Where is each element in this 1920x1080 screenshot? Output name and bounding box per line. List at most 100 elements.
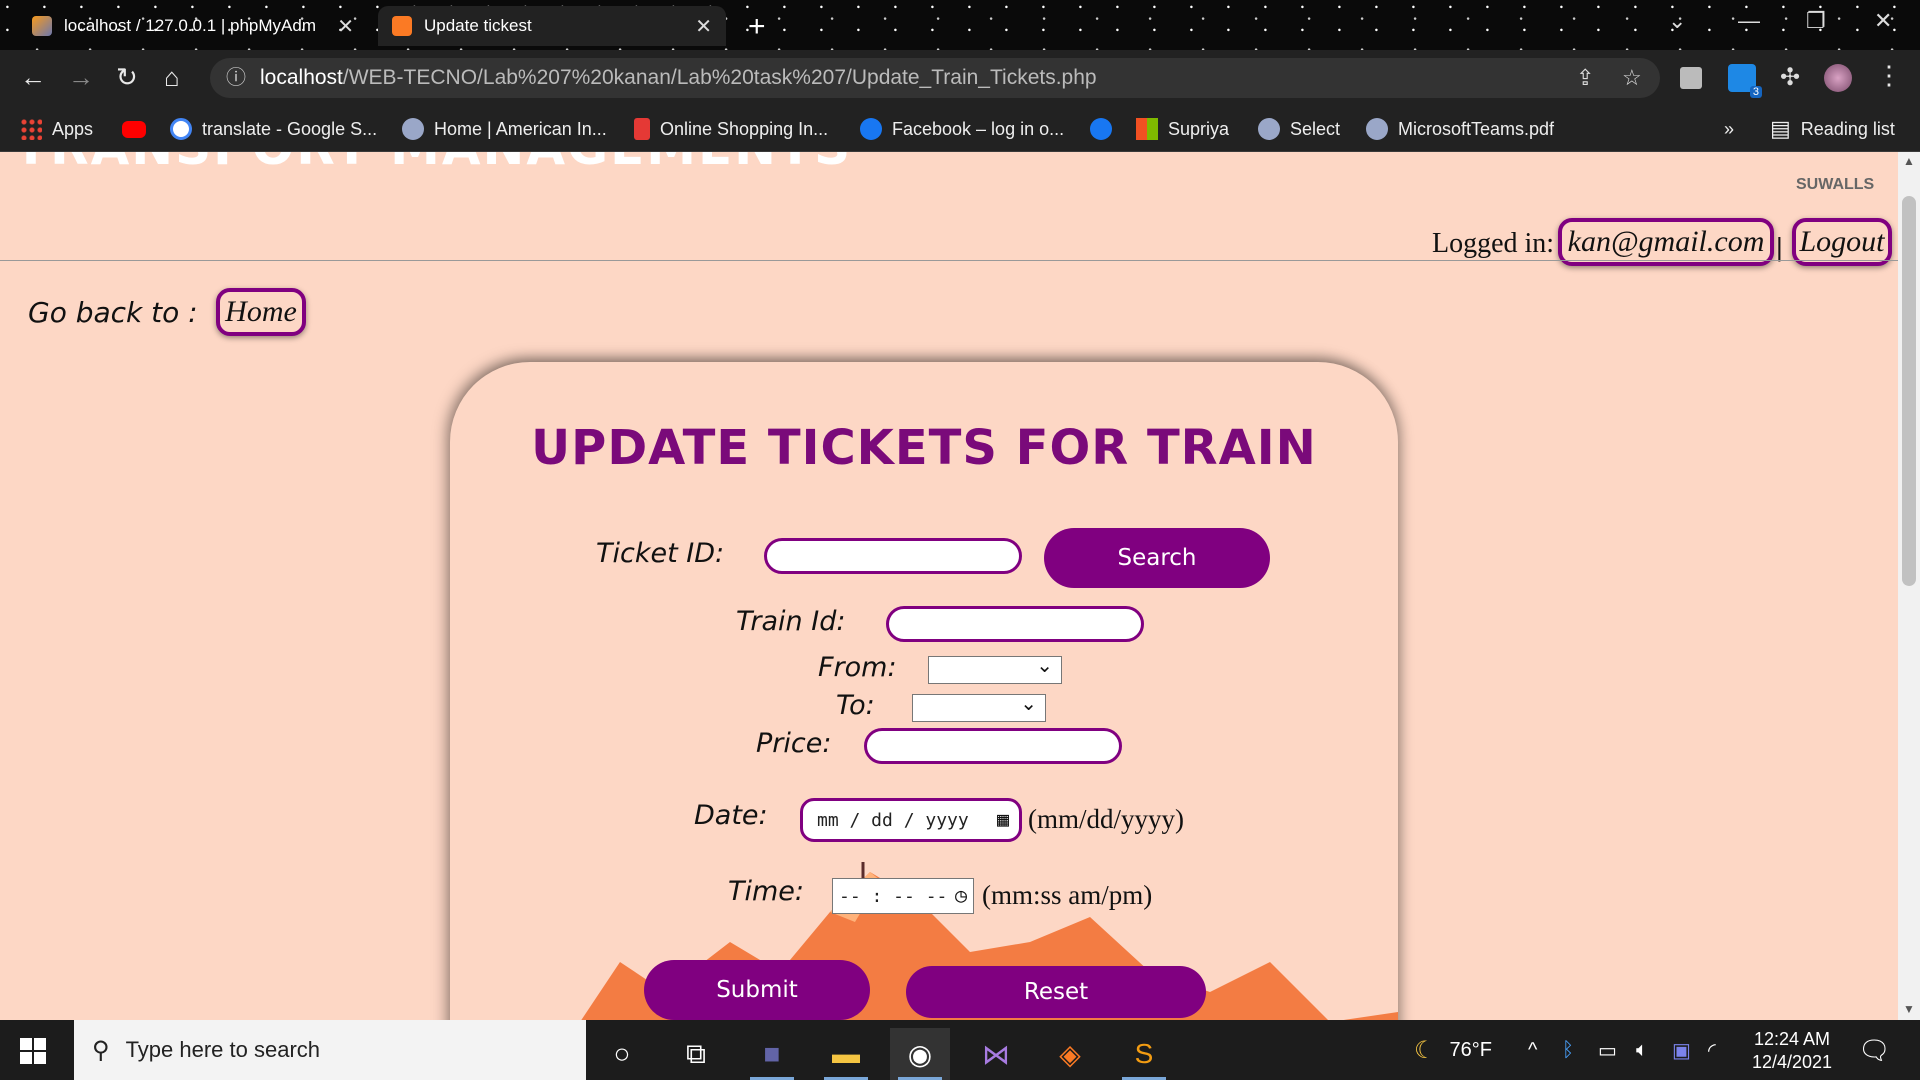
facebook-icon	[1090, 118, 1112, 140]
watermark-text: SUWALLS	[1796, 176, 1875, 193]
extension-s-icon[interactable]: 3	[1728, 64, 1762, 98]
from-label: From:	[818, 652, 897, 683]
bookmark-teams-pdf[interactable]: MicrosoftTeams.pdf	[1366, 106, 1554, 152]
close-window-button[interactable]: ✕	[1874, 8, 1892, 34]
ticket-id-input[interactable]	[764, 538, 1022, 574]
tab-title: Update tickest	[424, 16, 532, 35]
windows-start-icon[interactable]	[20, 1038, 46, 1064]
form-title: UPDATE TICKETS FOR TRAIN	[531, 420, 1317, 476]
restore-button[interactable]: ❐	[1806, 8, 1826, 34]
user-email-link[interactable]: kan@gmail.com	[1558, 218, 1774, 266]
share-icon[interactable]: ⇪	[1576, 58, 1594, 98]
submit-button[interactable]: Submit	[644, 960, 870, 1020]
bookmark-star-icon[interactable]: ☆	[1622, 58, 1642, 98]
price-input[interactable]	[864, 728, 1122, 764]
date-input[interactable]: mm / dd / yyyy ▦	[800, 798, 1022, 842]
cortana-icon[interactable]: ○	[592, 1028, 652, 1080]
file-explorer-icon[interactable]: ▬	[816, 1028, 876, 1080]
wifi-icon[interactable]: ◜	[1708, 1020, 1716, 1080]
update-ticket-card: UPDATE TICKETS FOR TRAIN Ticket ID: Sear…	[450, 362, 1398, 1020]
extensions-puzzle-icon[interactable]: ✣	[1776, 64, 1804, 92]
xampp-icon	[392, 16, 412, 36]
to-select[interactable]	[912, 691, 1046, 722]
scroll-thumb[interactable]	[1902, 196, 1916, 586]
site-title: TRANSPORT MANAGEMENTS	[14, 152, 852, 176]
taskbar-search-box[interactable]: ⚲ Type here to search	[74, 1020, 586, 1080]
header-divider	[0, 260, 1898, 261]
site-info-icon[interactable]: ⓘ	[226, 58, 246, 98]
tab-update-tickets[interactable]: Update tickest ✕	[378, 6, 726, 46]
url-host: localhost	[260, 66, 343, 89]
bookmark-shopping[interactable]: Online Shopping In...	[634, 106, 828, 152]
show-hidden-icons[interactable]: ^	[1528, 1020, 1537, 1080]
new-tab-button[interactable]: +	[748, 10, 766, 44]
taskbar-search-placeholder: Type here to search	[125, 1037, 321, 1062]
bookmark-facebook-2[interactable]	[1090, 106, 1112, 152]
address-bar[interactable]: ⓘ localhost/WEB-TECNO/Lab%207%20kanan/La…	[210, 58, 1660, 98]
home-icon[interactable]: ⌂	[164, 62, 180, 93]
reading-list-button[interactable]: ▤ Reading list	[1770, 106, 1895, 152]
bookmark-apps[interactable]: Apps	[20, 106, 93, 152]
search-button[interactable]: Search	[1044, 528, 1270, 588]
weather-widget[interactable]: ☾ 76°F	[1414, 1020, 1492, 1080]
page-viewport: TRANSPORT MANAGEMENTS SUWALLS Logged in:…	[0, 152, 1898, 1020]
bookmark-translate[interactable]: translate - Google S...	[170, 106, 377, 152]
to-label: To:	[836, 690, 875, 721]
browser-tab-strip: localhost / 127.0.0.1 | phpMyAdm ✕ Updat…	[0, 0, 1920, 50]
bookmarks-overflow-button[interactable]: »	[1724, 106, 1734, 152]
visual-studio-icon[interactable]: ⋈	[966, 1028, 1026, 1080]
time-label: Time:	[728, 876, 805, 907]
close-tab-icon[interactable]: ✕	[337, 14, 354, 39]
bookmark-american[interactable]: Home | American In...	[402, 106, 607, 152]
time-input[interactable]: -- : -- -- ◷	[832, 878, 974, 914]
clock-date: 12/4/2021	[1751, 1052, 1833, 1072]
globe-icon	[1258, 118, 1280, 140]
minimize-button[interactable]: —	[1738, 8, 1760, 34]
clock-icon[interactable]: ◷	[955, 883, 967, 907]
chrome-icon[interactable]: ◉	[890, 1028, 950, 1080]
phpmyadmin-icon	[32, 16, 52, 36]
home-link[interactable]: Home	[216, 288, 306, 336]
facebook-icon	[860, 118, 882, 140]
forward-button[interactable]: →	[68, 62, 94, 93]
reload-button[interactable]: ↻	[116, 62, 138, 93]
bookmark-youtube[interactable]	[122, 106, 146, 152]
teams-tray-icon[interactable]: ▣	[1672, 1020, 1691, 1080]
bookmark-supriya[interactable]: Supriya	[1136, 106, 1229, 152]
extension-badge: 3	[1749, 86, 1762, 98]
sublime-text-icon[interactable]: S	[1114, 1028, 1174, 1080]
back-button[interactable]: ←	[20, 62, 46, 93]
tab-phpmyadmin[interactable]: localhost / 127.0.0.1 | phpMyAdm ✕	[18, 6, 368, 46]
moon-icon: ☾	[1414, 1036, 1436, 1064]
tab-title: localhost / 127.0.0.1 | phpMyAdm	[64, 16, 317, 35]
bookmark-select[interactable]: Select	[1258, 106, 1340, 152]
globe-icon	[1366, 118, 1388, 140]
close-tab-icon[interactable]: ✕	[695, 14, 712, 39]
scroll-down-arrow[interactable]: ▼	[1903, 1002, 1915, 1016]
google-icon	[170, 118, 192, 140]
train-id-input[interactable]	[886, 606, 1144, 642]
profile-avatar[interactable]	[1824, 64, 1852, 92]
reset-button[interactable]: Reset	[906, 966, 1206, 1018]
battery-icon[interactable]: ▭	[1598, 1020, 1617, 1080]
browser-menu-icon[interactable]: ⋮	[1876, 60, 1902, 91]
bookmark-facebook[interactable]: Facebook – log in o...	[860, 106, 1064, 152]
weather-temp: 76°F	[1449, 1038, 1492, 1061]
calendar-icon[interactable]: ▦	[997, 807, 1009, 831]
logout-link[interactable]: Logout	[1792, 218, 1892, 266]
page-scrollbar[interactable]: ▲ ▼	[1898, 152, 1920, 1020]
extension-square-icon[interactable]	[1680, 67, 1702, 89]
bookmark-label: Apps	[52, 118, 94, 139]
taskbar-clock[interactable]: 12:24 AM 12/4/2021	[1742, 1028, 1842, 1074]
volume-icon[interactable]: 🔈︎	[1636, 1020, 1648, 1080]
xampp-icon[interactable]: ◈	[1040, 1028, 1100, 1080]
scroll-up-arrow[interactable]: ▲	[1903, 154, 1915, 168]
task-view-icon[interactable]: ⧉	[666, 1028, 726, 1080]
notifications-icon[interactable]: 🗨︎	[1858, 1020, 1891, 1080]
tab-search-icon[interactable]: ⌄	[1668, 8, 1686, 34]
price-label: Price:	[756, 728, 832, 759]
teams-icon[interactable]: ■	[742, 1028, 802, 1080]
time-format-hint: (mm:ss am/pm)	[982, 880, 1153, 910]
from-select[interactable]	[928, 653, 1062, 684]
bluetooth-icon[interactable]: ᛒ	[1562, 1020, 1574, 1080]
